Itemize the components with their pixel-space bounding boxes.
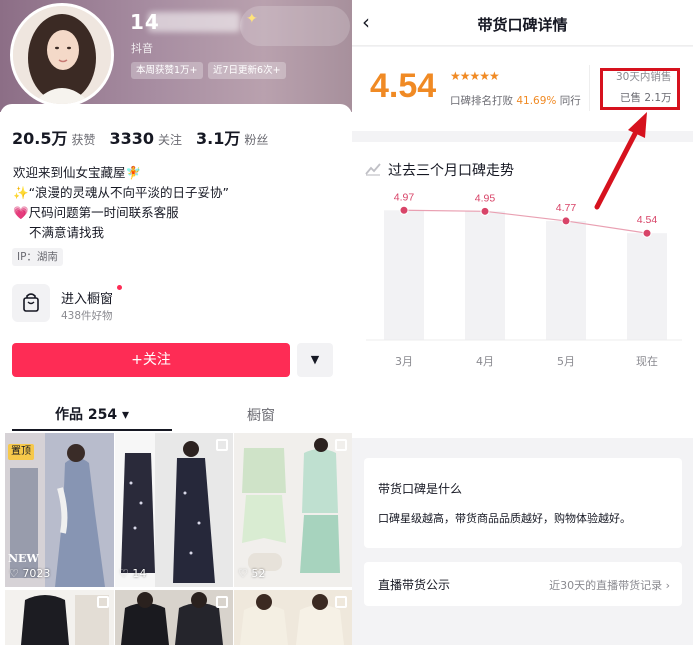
video-thumbnail[interactable]: ♡ 14	[115, 433, 233, 587]
record-link[interactable]: 近30天的直播带货记录 ›	[549, 577, 670, 593]
reputation-score: 4.54	[370, 67, 437, 105]
notification-dot	[117, 285, 122, 290]
pinned-badge: 置顶	[8, 444, 34, 460]
video-thumbnail[interactable]	[234, 590, 352, 645]
weekly-likes-tag: 本周获赞1万+	[131, 62, 203, 79]
vertical-divider	[589, 65, 590, 111]
update-frequency-tag: 近7日更新6次+	[208, 62, 286, 79]
more-options-button[interactable]: ▼	[297, 343, 333, 377]
trend-point	[561, 216, 571, 226]
page-title: 带货口碑详情	[477, 16, 568, 34]
info-description: 口碑星级越高，带货商品品质越好，购物体验越好。	[378, 512, 631, 525]
star-rating-icons: ★★★★★	[450, 69, 500, 83]
followers-label[interactable]: 粉丝	[244, 131, 268, 148]
trend-value-label: 4.97	[394, 191, 415, 203]
like-count: ♡ 7023	[9, 567, 51, 580]
followers-count[interactable]: 3.1万	[196, 125, 240, 149]
sparkle-icon: ✦	[246, 11, 258, 27]
info-title: 带货口碑是什么	[378, 482, 463, 496]
trend-value-label: 4.77	[556, 202, 577, 214]
like-count: ♡ 14	[119, 567, 147, 580]
x-axis-tick-label: 现在	[636, 355, 658, 368]
x-axis-tick-label: 5月	[557, 355, 575, 368]
record-label: 直播带货公示	[378, 578, 451, 592]
chevron-down-icon: ▼	[310, 353, 320, 366]
video-thumbnail[interactable]: ♡ 52	[234, 433, 352, 587]
bio-line: 💗尺码问题第一时间联系客服	[13, 205, 179, 220]
trend-value-label: 4.54	[637, 214, 658, 226]
shop-window-link[interactable]: 进入橱窗	[61, 288, 113, 307]
rank-suffix: 同行	[559, 95, 581, 107]
trend-point	[399, 205, 409, 215]
x-axis-tick-label: 4月	[476, 355, 494, 368]
following-count[interactable]: 3330	[110, 129, 155, 148]
highlight-box	[600, 68, 680, 110]
trend-column	[384, 210, 424, 340]
bio-line: 不满意请找我	[29, 225, 105, 240]
rank-prefix: 口碑排名打败	[450, 95, 513, 107]
rank-text: 口碑排名打败 41.69% 同行	[450, 93, 581, 108]
x-axis-tick-label: 3月	[395, 355, 413, 368]
live-sales-record-row[interactable]: 直播带货公示 近30天的直播带货记录 ›	[364, 562, 682, 606]
trend-point	[480, 206, 490, 216]
nickname-mosaic	[148, 12, 240, 32]
shop-item-count: 438件好物	[61, 310, 113, 322]
likes-count: 20.5万	[12, 129, 68, 148]
tab-shop-window[interactable]: 橱窗	[247, 405, 275, 425]
trend-column	[546, 220, 586, 340]
star-rating: ★★★★★	[450, 69, 500, 83]
multi-image-icon	[97, 596, 109, 608]
trend-card: 过去三个月口碑走势 4.97 3月 4.95 4月 4.77 5月 4.54 现在	[352, 142, 693, 438]
multi-image-icon	[216, 596, 228, 608]
trend-column	[627, 233, 667, 340]
bio-line: 欢迎来到仙女宝藏屋🧚	[13, 165, 142, 180]
ip-location-tag: IP：湖南	[12, 248, 63, 266]
following-label[interactable]: 关注	[158, 131, 182, 148]
video-thumbnail[interactable]	[5, 590, 114, 645]
works-grid: 置顶 NEW ♡ 7023 ♡ 14 ♡ 52	[5, 433, 352, 645]
profile-stats: 20.5万 获赞 3330 关注 3.1万 粉丝	[12, 125, 282, 149]
trend-line	[403, 209, 648, 234]
video-thumbnail[interactable]	[115, 590, 233, 645]
shopping-bag-icon	[23, 293, 39, 312]
multi-image-icon	[335, 596, 347, 608]
thumbnail-image	[115, 433, 233, 587]
like-count: ♡ 52	[238, 567, 266, 580]
reputation-detail-screen: ‹ 带货口碑详情 4.54 ★★★★★ 口碑排名打败 41.69% 同行 30天…	[352, 0, 693, 645]
bio-line: ✨“浪漫的灵魂从不向平淡的日子妥协”	[13, 185, 230, 200]
platform-label: 抖音	[131, 42, 153, 55]
multi-image-icon	[335, 439, 347, 451]
trend-value-label: 4.95	[475, 192, 496, 204]
video-thumbnail[interactable]: 置顶 NEW ♡ 7023	[5, 433, 114, 587]
tab-works[interactable]: 作品 254 ▾	[55, 404, 129, 424]
info-card: 带货口碑是什么 口碑星级越高，带货商品品质越好，购物体验越好。	[364, 458, 682, 548]
thumbnail-image	[234, 433, 352, 587]
thumbnail-caption: NEW	[8, 552, 39, 565]
trend-point	[642, 228, 652, 238]
trend-chart: 4.97 3月 4.95 4月 4.77 5月 4.54 现在	[366, 191, 682, 368]
trend-column	[465, 211, 505, 340]
navigation-bar: ‹ 带货口碑详情	[352, 0, 693, 46]
avatar-image	[13, 6, 111, 104]
active-tab-indicator	[12, 429, 172, 431]
profile-bio: 欢迎来到仙女宝藏屋🧚 ✨“浪漫的灵魂从不向平淡的日子妥协” 💗尺码问题第一时间联…	[13, 163, 229, 243]
screenshot-root: 14 ✦ 抖音 本周获赞1万+ 近7日更新6次+ 20.5万 获赞 3330 关…	[0, 0, 693, 645]
multi-image-icon	[216, 439, 228, 451]
avatar[interactable]	[10, 3, 114, 107]
likes-label: 获赞	[71, 133, 96, 147]
follow-button[interactable]: +关注	[12, 343, 290, 377]
profile-screen: 14 ✦ 抖音 本周获赞1万+ 近7日更新6次+ 20.5万 获赞 3330 关…	[0, 0, 352, 645]
rank-percent: 41.69%	[516, 95, 557, 107]
shop-window-icon[interactable]	[12, 284, 50, 322]
